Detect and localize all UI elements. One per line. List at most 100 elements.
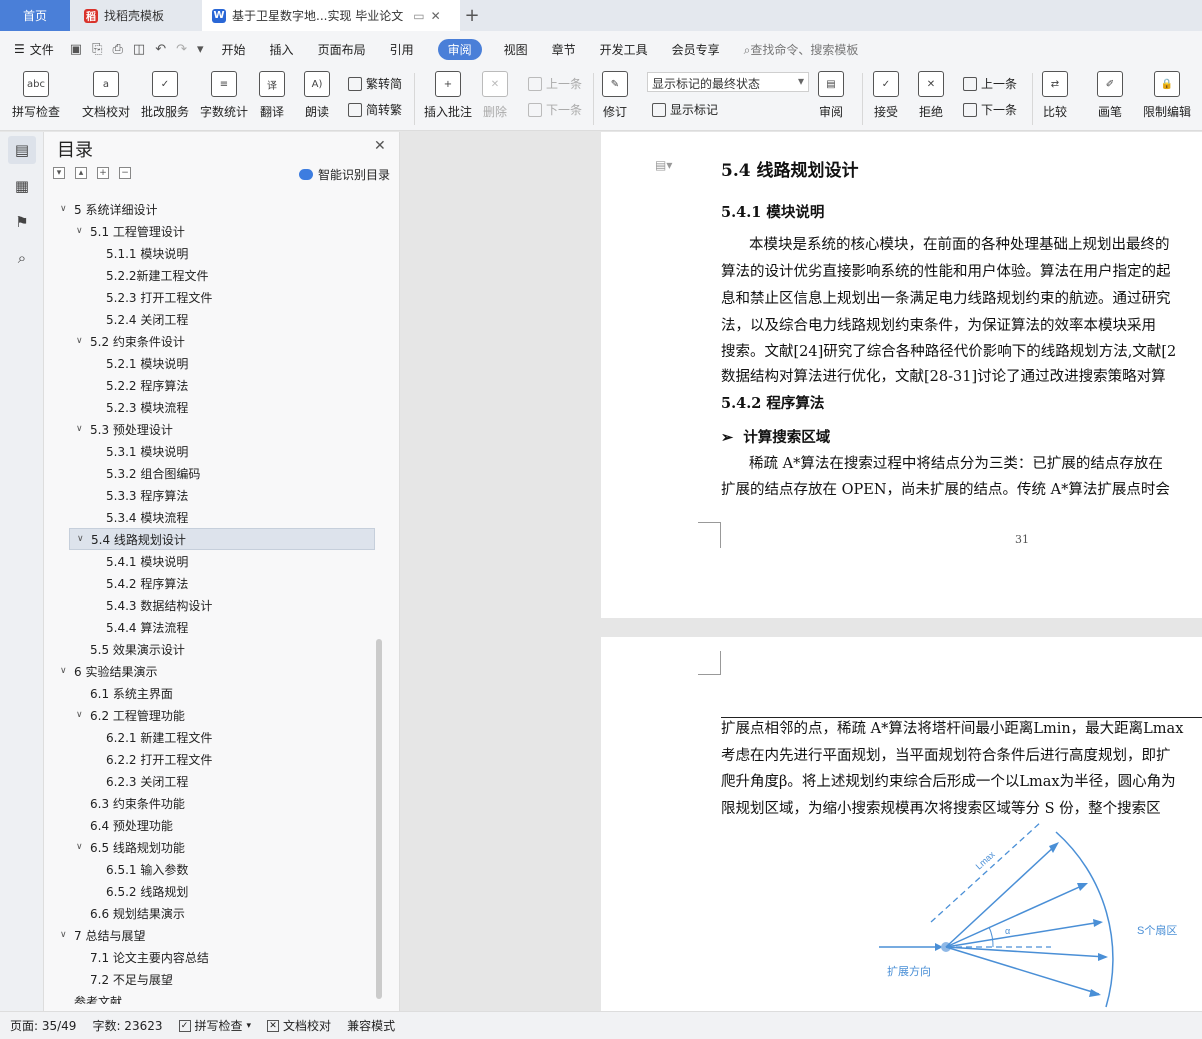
chevron-down-icon[interactable]: ∨ — [60, 666, 74, 676]
review-pane-button[interactable]: ▤ 审阅 — [818, 71, 844, 120]
translate-button[interactable]: 译翻译 — [259, 71, 285, 120]
toc-item[interactable]: 6.4 预处理功能 — [44, 814, 376, 836]
menu-developer[interactable]: 开发工具 — [600, 41, 648, 58]
chevron-down-icon[interactable]: ∨ — [76, 710, 90, 720]
tab-home[interactable]: 首页 — [0, 0, 70, 31]
toc-item[interactable]: 5.4.1 模块说明 — [44, 550, 376, 572]
monitor-icon[interactable]: ▭ — [413, 9, 424, 23]
menu-layout[interactable]: 页面布局 — [318, 41, 366, 58]
pen-button[interactable]: ✐ 画笔 — [1097, 71, 1123, 120]
toc-item[interactable]: 6.1 系统主界面 — [44, 682, 376, 704]
chevron-down-icon[interactable]: ∨ — [77, 534, 91, 544]
toc-item[interactable]: 6.2.1 新建工程文件 — [44, 726, 376, 748]
redo-icon[interactable]: ↷ — [176, 42, 187, 57]
proofread-toggle[interactable]: ✕ 文档校对 — [267, 1017, 331, 1034]
toc-item[interactable]: 5.1.1 模块说明 — [44, 242, 376, 264]
toc-item[interactable]: 5.2.3 打开工程文件 — [44, 286, 376, 308]
smart-toc-button[interactable]: 智能识别目录 — [299, 166, 390, 183]
close-tab-icon[interactable]: ✕ — [431, 9, 441, 23]
toc-item[interactable]: 参考文献 — [44, 990, 376, 1005]
word-count-button[interactable]: ≡ 字数统计 — [200, 71, 248, 120]
close-icon[interactable]: ✕ — [374, 138, 386, 154]
delete-comment-button[interactable]: ✕ 删除 — [482, 71, 508, 120]
menu-start[interactable]: 开始 — [222, 41, 246, 58]
tab-template[interactable]: 稻找稻壳模板 — [72, 0, 200, 31]
toc-item[interactable]: 5.4.2 程序算法 — [44, 572, 376, 594]
chevron-down-icon[interactable]: ∨ — [76, 424, 90, 434]
toc-scrollbar[interactable] — [376, 639, 382, 999]
trad-to-simp-button[interactable]: 繁转简 — [348, 75, 402, 92]
menu-references[interactable]: 引用 — [390, 41, 414, 58]
accept-button[interactable]: ✓ 接受 — [873, 71, 899, 120]
bookmark-icon[interactable]: ⚑ — [8, 208, 36, 236]
new-tab-button[interactable]: + — [460, 0, 484, 31]
restrict-edit-button[interactable]: 🔒 限制编辑 — [1143, 71, 1191, 120]
export-icon[interactable]: ⎘ — [92, 42, 102, 57]
track-changes-button[interactable]: ✎ 修订 — [602, 71, 628, 120]
prev-comment-button[interactable]: 上一条 — [528, 75, 582, 92]
toc-item[interactable]: 5.5 效果演示设计 — [44, 638, 376, 660]
spell-check-button[interactable]: abc 拼写检查 — [12, 71, 60, 120]
chevron-down-icon[interactable]: ∨ — [76, 226, 90, 236]
print-icon[interactable]: ⎙ — [112, 42, 122, 57]
insert-comment-button[interactable]: + 插入批注 — [424, 71, 472, 120]
command-search[interactable]: ⌕查找命令、搜索模板 — [744, 41, 859, 58]
toc-item[interactable]: 6.2.2 打开工程文件 — [44, 748, 376, 770]
toc-item[interactable]: 6.2.3 关闭工程 — [44, 770, 376, 792]
toc-item[interactable]: ∨ 5 系统详细设计 — [44, 198, 376, 220]
proofread-button[interactable]: a 文档校对 — [82, 71, 130, 120]
word-count-indicator[interactable]: 字数: 23623 — [92, 1017, 162, 1034]
next-comment-button[interactable]: 下一条 — [528, 101, 582, 118]
menu-member[interactable]: 会员专享 — [672, 41, 720, 58]
menu-view[interactable]: 视图 — [504, 41, 528, 58]
collapse-all-icon[interactable]: − — [119, 167, 131, 179]
next-change-button[interactable]: 下一条 — [963, 101, 1017, 118]
expand-all-icon[interactable]: + — [97, 167, 109, 179]
search-icon[interactable]: ⌕ — [8, 244, 36, 272]
spell-check-toggle[interactable]: ✓ 拼写检查 ▾ — [178, 1017, 251, 1034]
save-icon[interactable]: ▣ — [70, 42, 82, 57]
chevron-down-icon[interactable]: ∨ — [76, 336, 90, 346]
toc-item[interactable]: 6.3 约束条件功能 — [44, 792, 376, 814]
toc-item[interactable]: ∨ 5.3 预处理设计 — [44, 418, 376, 440]
toc-item[interactable]: 5.3.4 模块流程 — [44, 506, 376, 528]
menu-section[interactable]: 章节 — [552, 41, 576, 58]
chevron-down-icon[interactable]: ∨ — [60, 930, 74, 940]
toc-item[interactable]: 7.1 论文主要内容总结 — [44, 946, 376, 968]
toc-item[interactable]: 5.2.4 关闭工程 — [44, 308, 376, 330]
compare-button[interactable]: ⇄ 比较 — [1042, 71, 1068, 120]
reject-button[interactable]: ✕ 拒绝 — [918, 71, 944, 120]
print-preview-icon[interactable]: ◫ — [133, 42, 145, 57]
show-markup-button[interactable]: 显示标记 — [652, 101, 718, 118]
file-menu[interactable]: ☰ 文件 — [14, 41, 54, 58]
simp-to-trad-button[interactable]: 简转繁 — [348, 101, 402, 118]
toc-item[interactable]: 5.4.4 算法流程 — [44, 616, 376, 638]
toc-item[interactable]: ∨ 6.2 工程管理功能 — [44, 704, 376, 726]
chevron-down-icon[interactable]: ∨ — [76, 842, 90, 852]
toc-item[interactable]: 5.2.3 模块流程 — [44, 396, 376, 418]
toc-item[interactable]: ∨ 5.2 约束条件设计 — [44, 330, 376, 352]
tab-document[interactable]: W 基于卫星数字地...实现 毕业论文 ▭ ✕ — [202, 0, 460, 31]
toc-item[interactable]: 6.5.2 线路规划 — [44, 880, 376, 902]
undo-icon[interactable]: ↶ — [155, 42, 166, 57]
toc-item[interactable]: ∨ 6.5 线路规划功能 — [44, 836, 376, 858]
toc-item[interactable]: 7.2 不足与展望 — [44, 968, 376, 990]
chevron-down-icon[interactable]: ∨ — [60, 204, 74, 214]
menu-review[interactable]: 审阅 — [437, 38, 482, 60]
read-aloud-button[interactable]: A) 朗读 — [304, 71, 330, 120]
collapse-up-icon[interactable]: ▴ — [75, 167, 87, 179]
toc-item[interactable]: 5.4.3 数据结构设计 — [44, 594, 376, 616]
menu-insert[interactable]: 插入 — [270, 41, 294, 58]
toc-item[interactable]: ∨ 5.1 工程管理设计 — [44, 220, 376, 242]
page-menu-icon[interactable]: ▤▾ — [655, 158, 672, 172]
toc-item[interactable]: ∨ 7 总结与展望 — [44, 924, 376, 946]
customize-icon[interactable]: ▾ — [197, 42, 204, 57]
toc-item[interactable]: 6.5.1 输入参数 — [44, 858, 376, 880]
toc-item[interactable]: 5.2.1 模块说明 — [44, 352, 376, 374]
expand-down-icon[interactable]: ▾ — [53, 167, 65, 179]
page-indicator[interactable]: 页面: 35/49 — [10, 1017, 76, 1034]
toc-icon[interactable]: ▤ — [8, 136, 36, 164]
markup-mode-select[interactable]: 显示标记的最终状态 — [647, 72, 809, 92]
toc-item[interactable]: ∨ 6 实验结果演示 — [44, 660, 376, 682]
toc-item[interactable]: 6.6 规划结果演示 — [44, 902, 376, 924]
